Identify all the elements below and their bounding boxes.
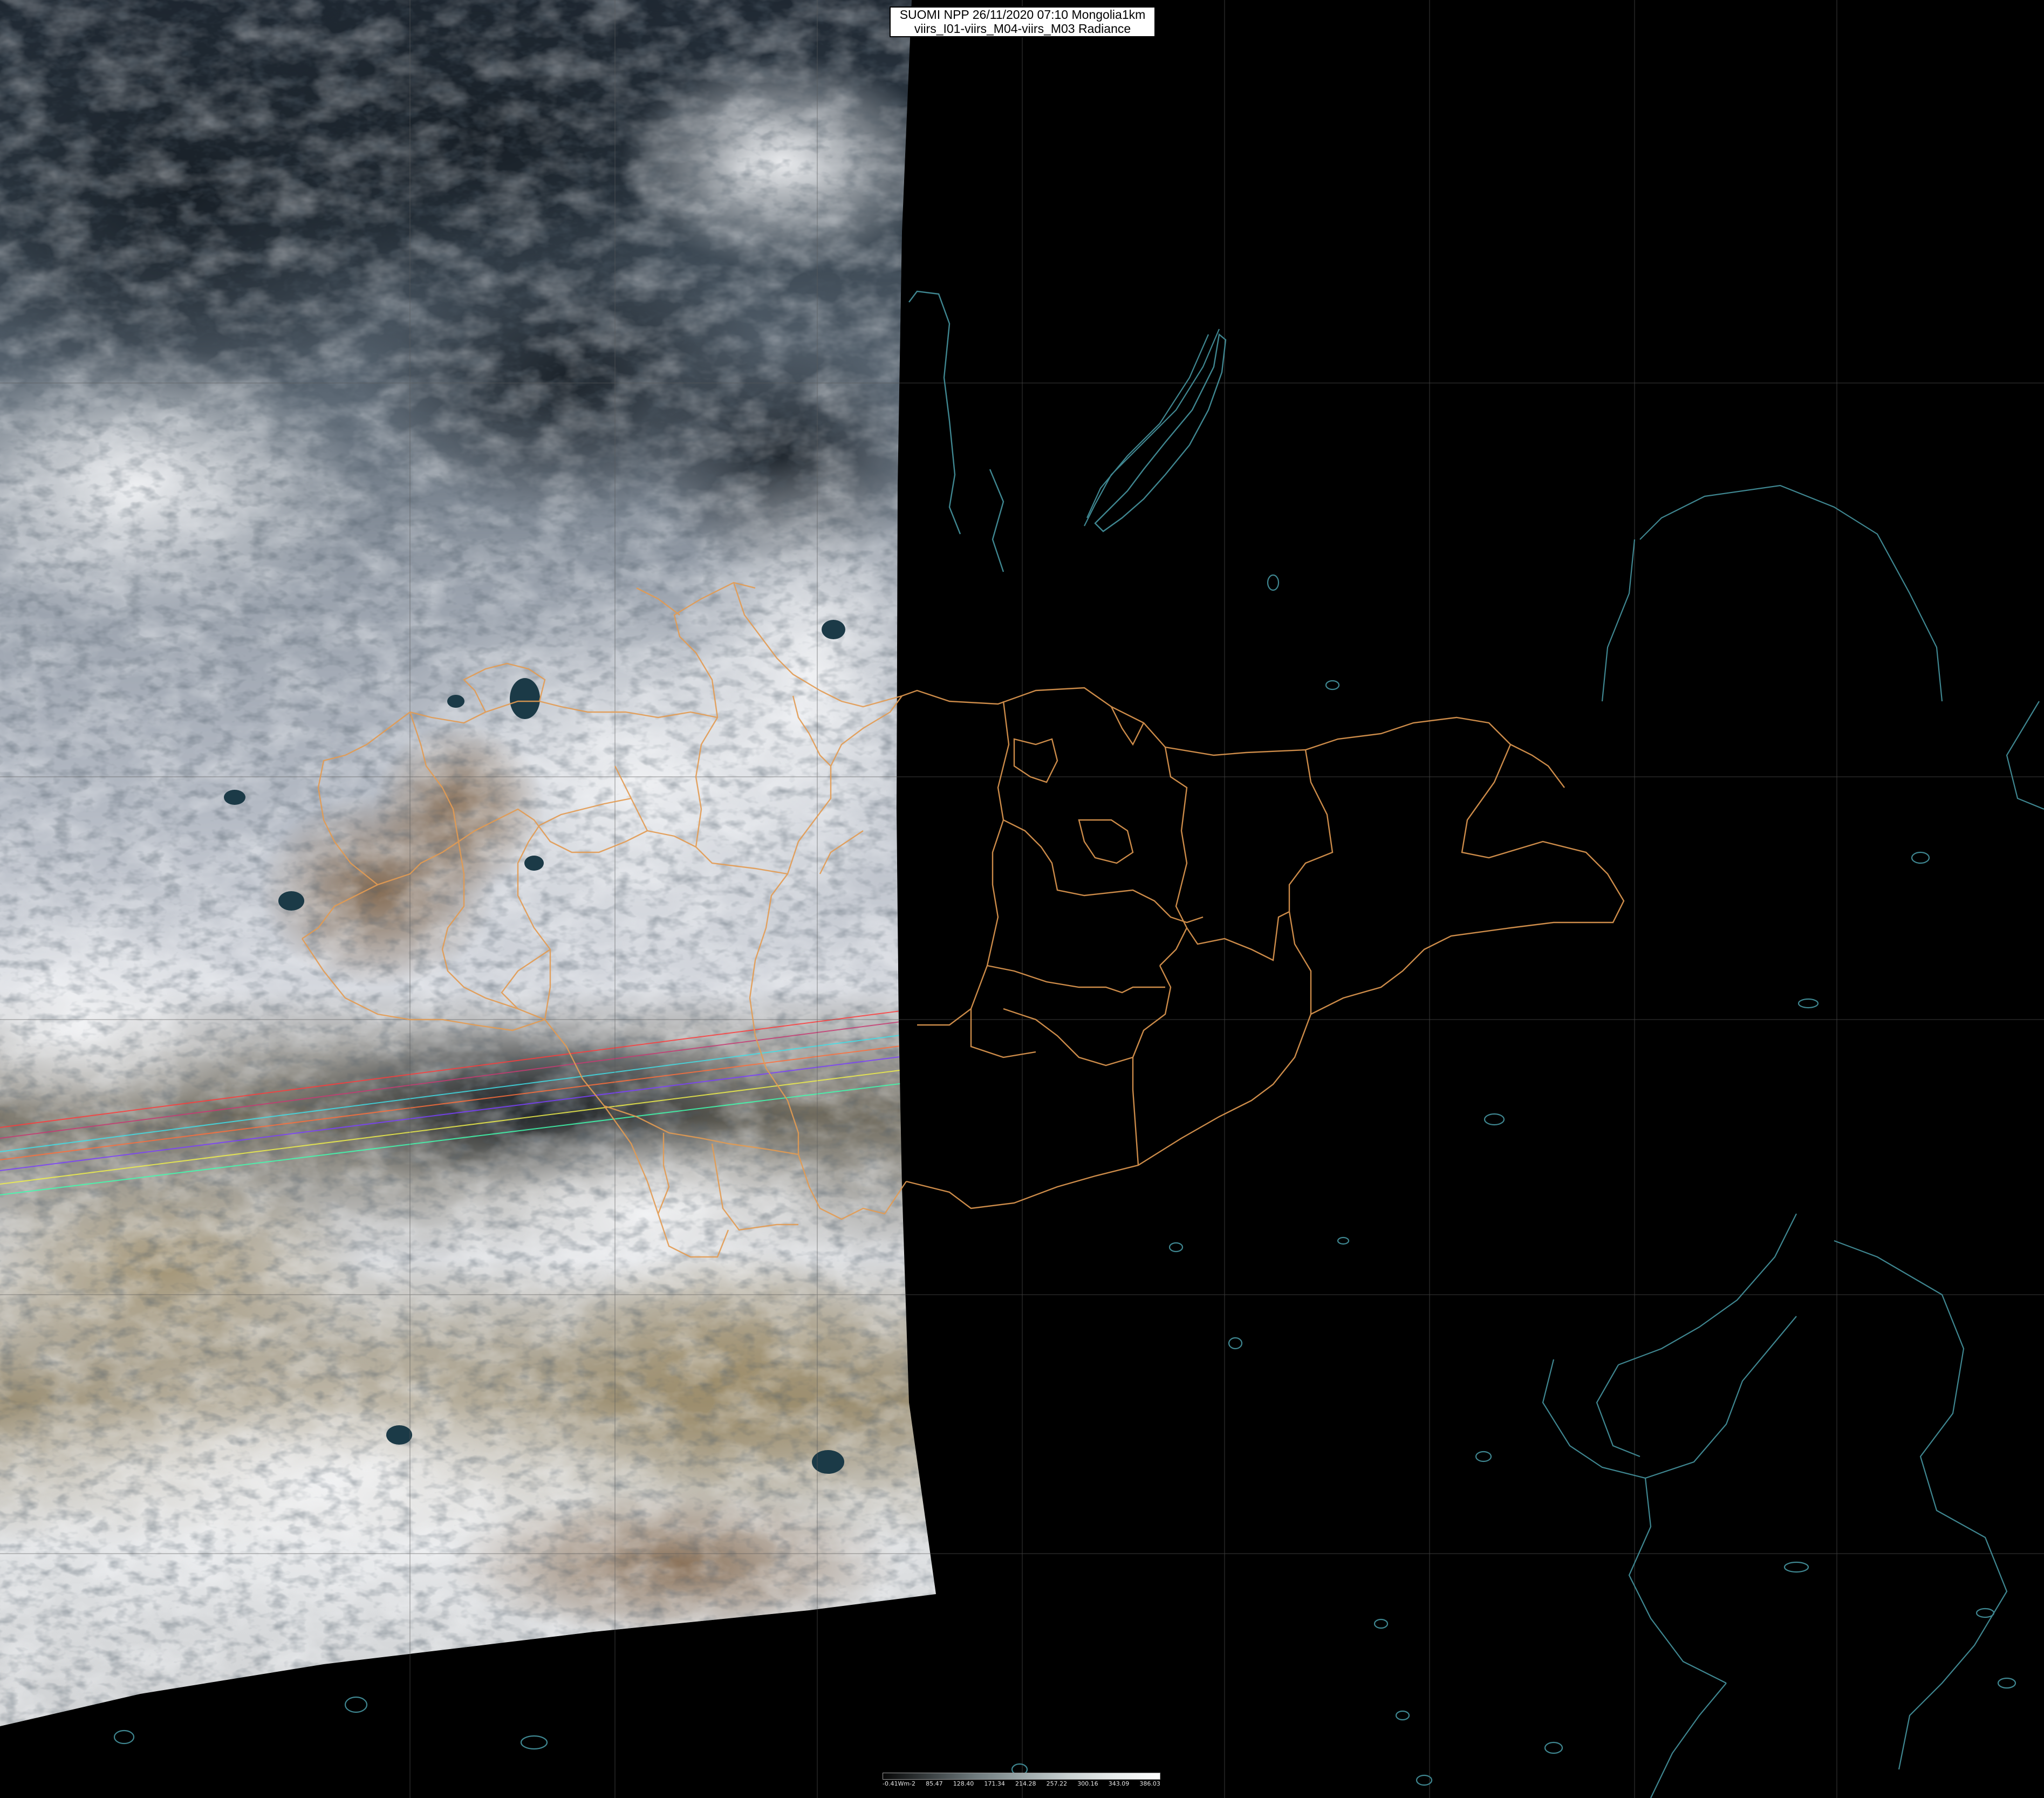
colorbar-tick: -0.41Wm-2 [883, 1780, 916, 1787]
title-line-1: SUOMI NPP 26/11/2020 07:10 Mongolia1km [899, 8, 1146, 22]
colorbar-ticks: -0.41Wm-2 85.47 128.40 171.34 214.28 257… [883, 1780, 1160, 1791]
colorbar-tick: 85.47 [926, 1780, 943, 1787]
title-label: SUOMI NPP 26/11/2020 07:10 Mongolia1km v… [890, 6, 1156, 37]
imagery-swath [0, 0, 936, 1726]
satellite-image [0, 0, 2044, 1798]
radiance-colorbar: -0.41Wm-2 85.47 128.40 171.34 214.28 257… [883, 1773, 1160, 1793]
colorbar-gradient [883, 1773, 1160, 1780]
colorbar-tick: 128.40 [953, 1780, 974, 1787]
colorbar-tick: 214.28 [1015, 1780, 1036, 1787]
title-line-2: viirs_I01-viirs_M04-viirs_M03 Radiance [914, 22, 1131, 36]
colorbar-tick: 257.22 [1046, 1780, 1068, 1787]
colorbar-tick: 300.16 [1077, 1780, 1098, 1787]
colorbar-tick: 171.34 [984, 1780, 1005, 1787]
colorbar-tick: 386.03 [1139, 1780, 1160, 1787]
colorbar-tick: 343.09 [1108, 1780, 1130, 1787]
